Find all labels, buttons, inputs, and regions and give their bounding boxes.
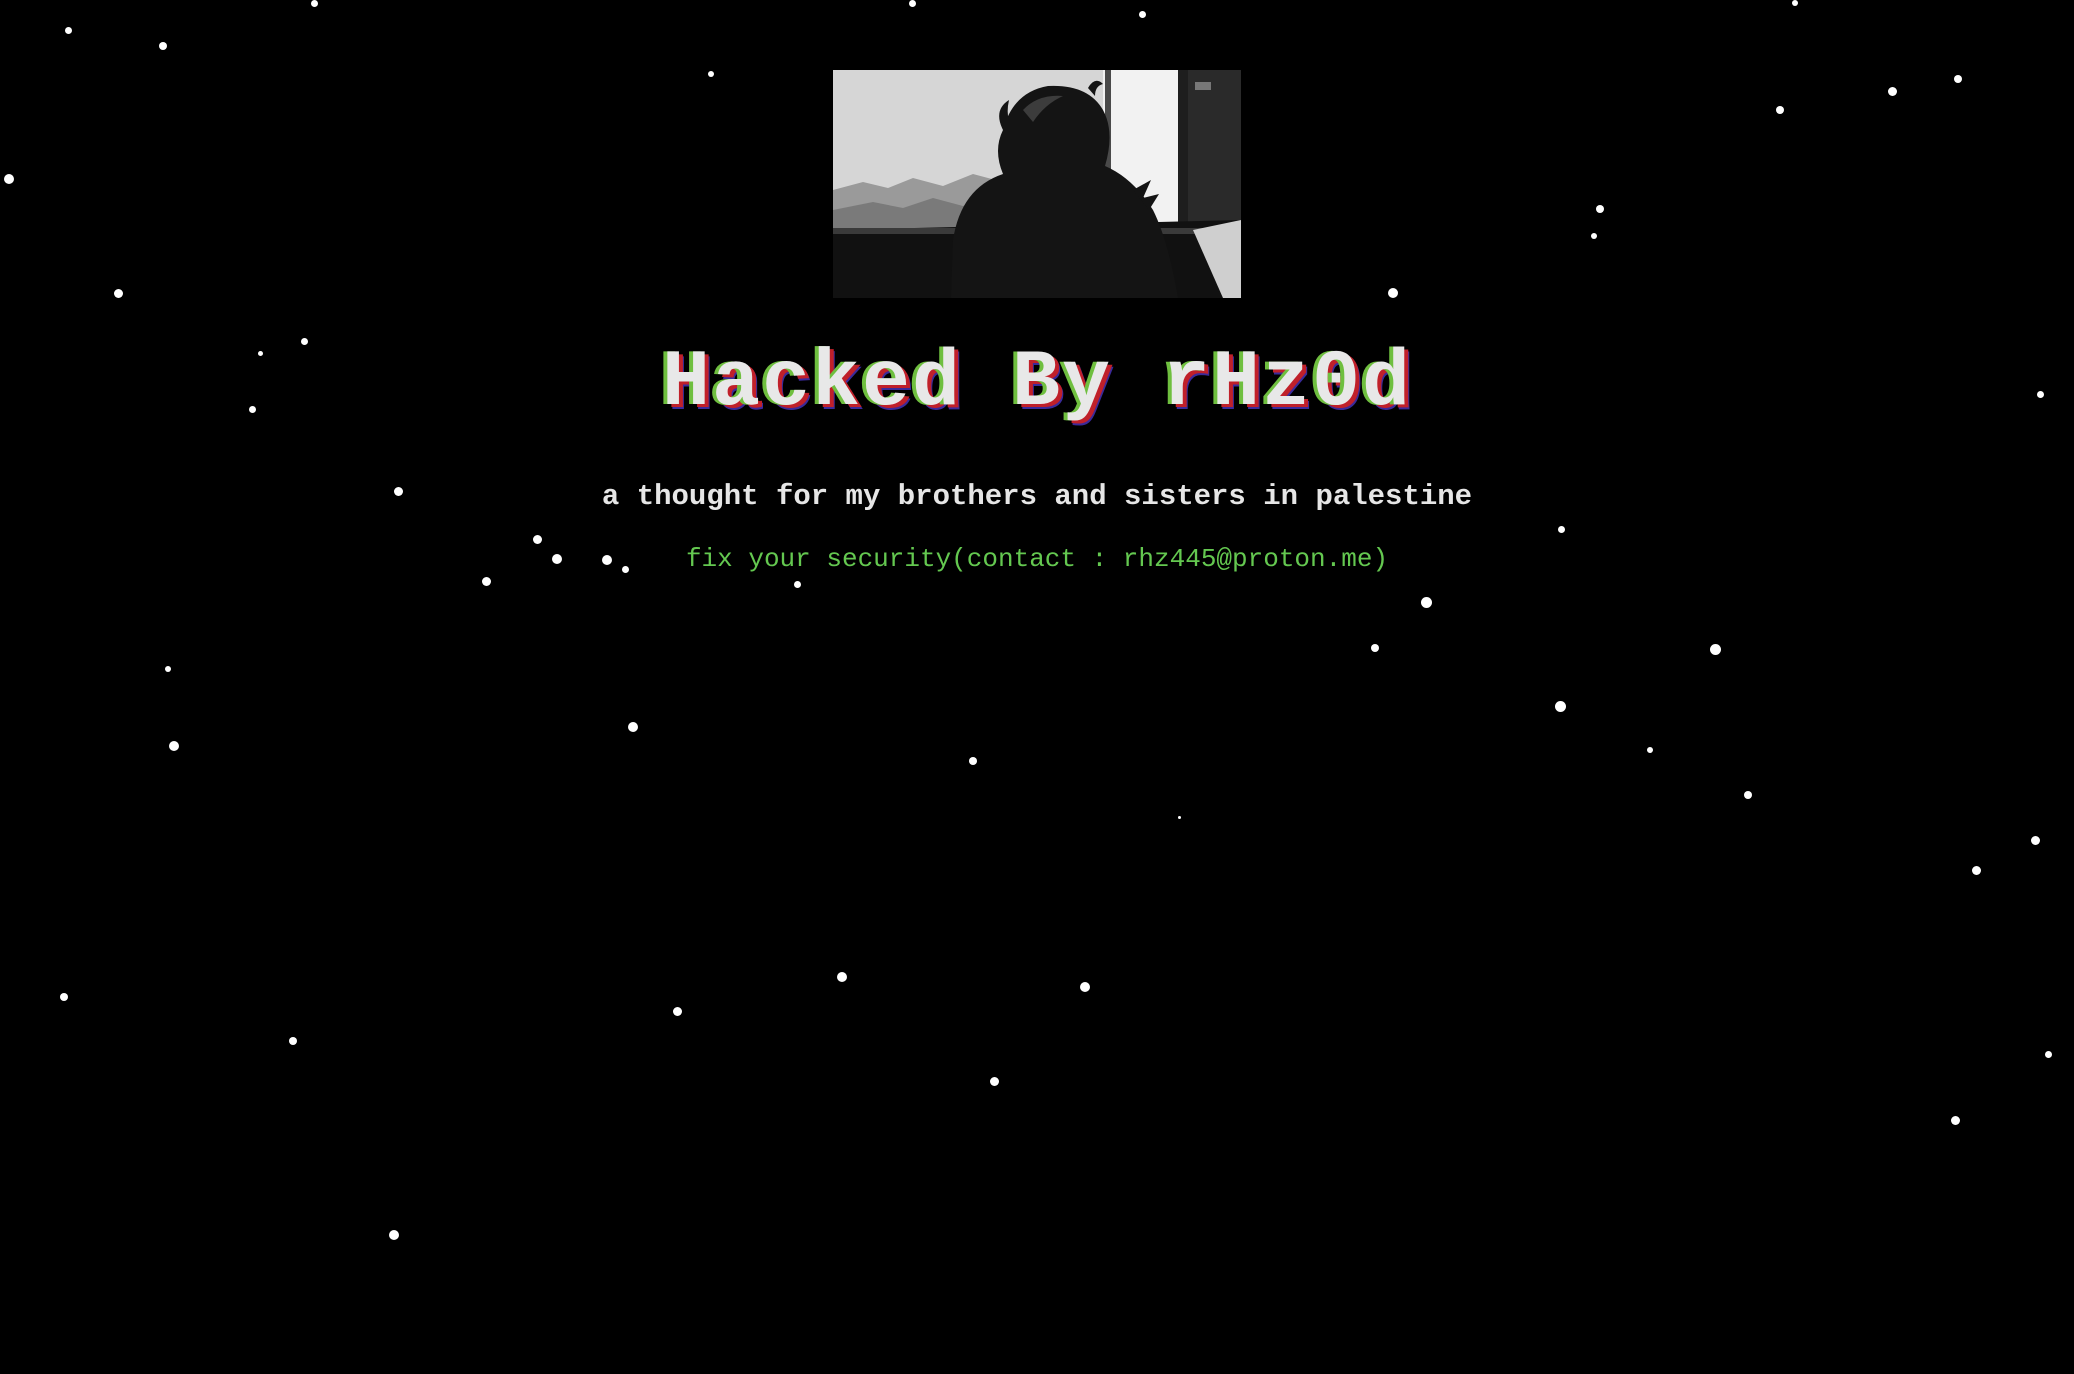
star-dot [289, 1037, 297, 1045]
star-dot [1776, 106, 1784, 114]
star-dot [1557, 525, 1565, 533]
silhouette-at-window-image [833, 70, 1241, 298]
star-dot [793, 580, 801, 588]
star-dot [1971, 865, 1981, 875]
star-dot [837, 972, 847, 982]
star-dot [969, 757, 977, 765]
star-dot [1371, 644, 1379, 652]
page-title: Hacked By rHz0d [661, 338, 1413, 429]
star-dot [389, 1230, 399, 1240]
star-dot [113, 288, 123, 298]
star-dot [672, 1006, 682, 1016]
star-dot [64, 26, 72, 34]
star-dot [1887, 86, 1897, 96]
subtitle-message: a thought for my brothers and sisters in… [601, 480, 1473, 513]
star-dot [1420, 596, 1432, 608]
star-dot [1554, 700, 1566, 712]
star-dot [2030, 835, 2040, 845]
star-dot [1596, 205, 1604, 213]
star-dot [60, 993, 68, 1001]
star-dot [1954, 75, 1962, 83]
star-dot [908, 0, 916, 7]
star-dot [1792, 0, 1798, 6]
star-dot [310, 0, 318, 7]
star-dot [1388, 288, 1398, 298]
star-dot [1744, 791, 1752, 799]
star-dot [1709, 643, 1721, 655]
star-dot [1647, 747, 1653, 753]
star-dot [989, 1076, 999, 1086]
star-dot [1950, 1115, 1960, 1125]
star-dot [1138, 10, 1146, 18]
star-dot [159, 42, 167, 50]
star-dot [1177, 815, 1181, 819]
star-dot [165, 666, 171, 672]
contact-message: fix your security(contact : rhz445@proto… [685, 544, 1389, 574]
star-dot [481, 576, 491, 586]
star-dot [1591, 233, 1597, 239]
star-dot [4, 174, 14, 184]
star-dot [532, 534, 542, 544]
star-dot [1080, 982, 1090, 992]
star-dot [169, 741, 179, 751]
star-dot [2044, 1050, 2052, 1058]
star-dot [628, 722, 638, 732]
star-dot [708, 71, 714, 77]
